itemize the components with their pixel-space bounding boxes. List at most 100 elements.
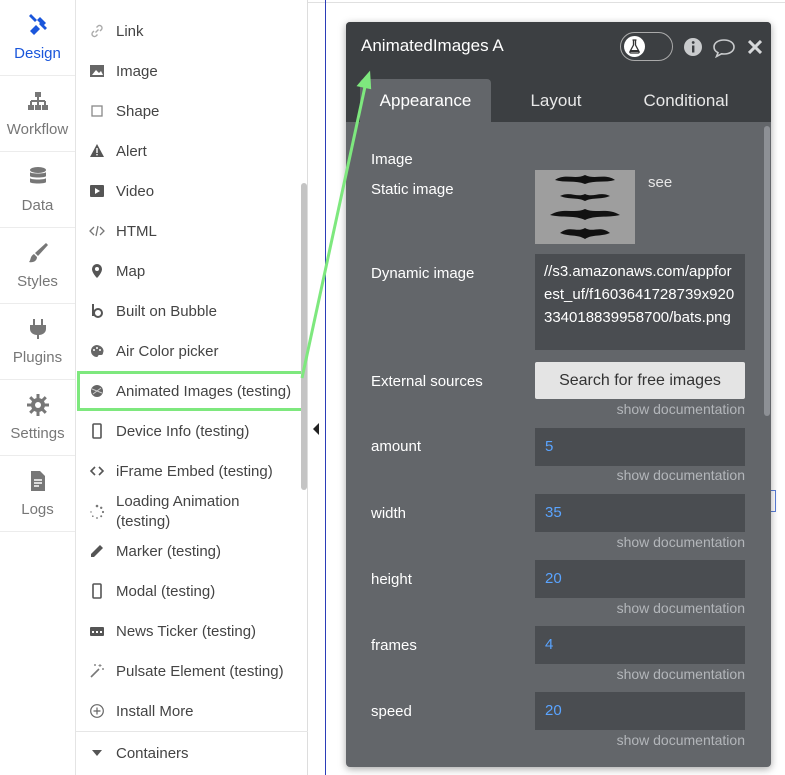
element-label: Loading Animation (testing)	[116, 493, 240, 530]
gear-icon	[26, 394, 49, 416]
frames-label: frames	[371, 637, 417, 654]
height-input[interactable]: 20	[535, 560, 745, 598]
image-section-label: Image	[371, 151, 413, 168]
panel-title: AnimatedImages A	[361, 36, 504, 55]
nav-logs-label: Logs	[21, 501, 54, 518]
collapse-arrow-icon[interactable]	[313, 423, 319, 435]
tab-conditional[interactable]: Conditional	[626, 79, 746, 122]
show-documentation-link[interactable]: show documentation	[617, 732, 745, 748]
element-iframe-embed[interactable]: iFrame Embed (testing)	[76, 459, 308, 483]
containers-category[interactable]: Containers	[76, 741, 308, 765]
element-label: Install More	[116, 702, 194, 720]
element-marker[interactable]: Marker (testing)	[76, 539, 308, 563]
nav-styles[interactable]: Styles	[0, 228, 75, 304]
show-documentation-link[interactable]: show documentation	[617, 401, 745, 417]
element-palette: Link Image Shape Alert Video HTML Map Bu…	[76, 0, 308, 775]
height-label: height	[371, 571, 412, 588]
nav-plugins[interactable]: Plugins	[0, 304, 75, 380]
link-icon	[91, 24, 103, 38]
pen-icon	[91, 545, 103, 557]
static-image-thumbnail[interactable]	[535, 170, 635, 244]
element-label: Modal (testing)	[116, 582, 216, 600]
element-image[interactable]: Image	[76, 59, 308, 83]
element-loading-animation[interactable]: Loading Animation (testing)	[76, 492, 308, 532]
toggle-knob	[624, 36, 645, 57]
test-toggle[interactable]	[620, 32, 673, 61]
nav-data[interactable]: Data	[0, 152, 75, 228]
nav-settings[interactable]: Settings	[0, 380, 75, 456]
nav-workflow-label: Workflow	[6, 121, 69, 138]
element-label: Map	[116, 262, 146, 280]
element-html[interactable]: HTML	[76, 219, 308, 243]
ticker-icon	[90, 627, 104, 636]
element-label: HTML	[116, 222, 157, 240]
speed-input[interactable]: 20	[535, 692, 745, 730]
element-map[interactable]: Map	[76, 259, 308, 283]
static-image-label: Static image	[371, 181, 454, 198]
width-label: width	[371, 505, 407, 522]
panel-scrollbar[interactable]	[764, 126, 770, 416]
comment-icon[interactable]	[712, 38, 736, 58]
show-documentation-link[interactable]: show documentation	[617, 600, 745, 616]
show-documentation-link[interactable]: show documentation	[617, 666, 745, 682]
element-built-on-bubble[interactable]: Built on Bubble	[76, 299, 308, 323]
device-icon	[92, 423, 102, 439]
element-label: Air Color picker	[116, 342, 219, 360]
element-news-ticker[interactable]: News Ticker (testing)	[76, 619, 308, 643]
tab-appearance[interactable]: Appearance	[360, 79, 491, 122]
element-label: Link	[116, 22, 144, 40]
flask-icon	[629, 39, 640, 54]
element-animated-images[interactable]: Animated Images (testing)	[77, 371, 306, 411]
element-link[interactable]: Link	[76, 19, 308, 43]
dynamic-image-field[interactable]: //s3.amazonaws.com/appforest_uf/f1603641…	[535, 254, 745, 350]
show-documentation-link[interactable]: show documentation	[617, 534, 745, 550]
element-video[interactable]: Video	[76, 179, 308, 203]
map-pin-icon	[92, 264, 102, 278]
design-tools-icon	[28, 14, 47, 35]
sparkle-icon	[90, 664, 104, 678]
brush-icon	[28, 243, 48, 263]
alert-icon	[90, 144, 104, 157]
element-label: News Ticker (testing)	[116, 622, 257, 640]
element-label: Shape	[116, 102, 160, 120]
caret-down-icon	[92, 750, 102, 756]
dynamic-image-label: Dynamic image	[371, 265, 475, 282]
element-alert[interactable]: Alert	[76, 139, 308, 163]
element-pulsate-element[interactable]: Pulsate Element (testing)	[76, 659, 308, 683]
element-label: Device Info (testing)	[116, 422, 250, 440]
tab-layout[interactable]: Layout	[506, 79, 606, 122]
containers-label: Containers	[116, 744, 189, 762]
element-label: Marker (testing)	[116, 542, 222, 560]
element-label: Pulsate Element (testing)	[116, 662, 284, 680]
element-label: Built on Bubble	[116, 302, 217, 320]
amount-input[interactable]: 5	[535, 428, 745, 466]
element-device-info[interactable]: Device Info (testing)	[76, 419, 308, 443]
spinner-icon	[90, 504, 105, 519]
element-air-color-picker[interactable]: Air Color picker	[76, 339, 308, 363]
element-install-more[interactable]: Install More	[76, 699, 308, 723]
plugin-ball-icon	[91, 385, 103, 397]
frames-input[interactable]: 4	[535, 626, 745, 664]
nav-styles-label: Styles	[17, 273, 58, 290]
info-icon[interactable]	[683, 37, 703, 57]
close-icon[interactable]	[748, 40, 762, 54]
see-link[interactable]: see	[648, 174, 672, 191]
nav-design[interactable]: Design	[0, 0, 75, 76]
width-input[interactable]: 35	[535, 494, 745, 532]
external-sources-label: External sources	[371, 373, 483, 390]
palette-icon	[91, 345, 104, 357]
database-icon	[29, 167, 46, 184]
bats-sprite-image	[535, 170, 635, 244]
bubble-logo-icon	[92, 304, 103, 318]
nav-workflow[interactable]: Workflow	[0, 76, 75, 152]
show-documentation-link[interactable]: show documentation	[617, 467, 745, 483]
element-list-scrollbar[interactable]	[301, 183, 307, 490]
element-modal[interactable]: Modal (testing)	[76, 579, 308, 603]
image-icon	[90, 65, 104, 77]
code-icon	[89, 466, 105, 476]
workflow-icon	[27, 92, 48, 110]
element-label: Image	[116, 62, 158, 80]
search-free-images-button[interactable]: Search for free images	[535, 362, 745, 399]
element-shape[interactable]: Shape	[76, 99, 308, 123]
nav-logs[interactable]: Logs	[0, 456, 75, 532]
